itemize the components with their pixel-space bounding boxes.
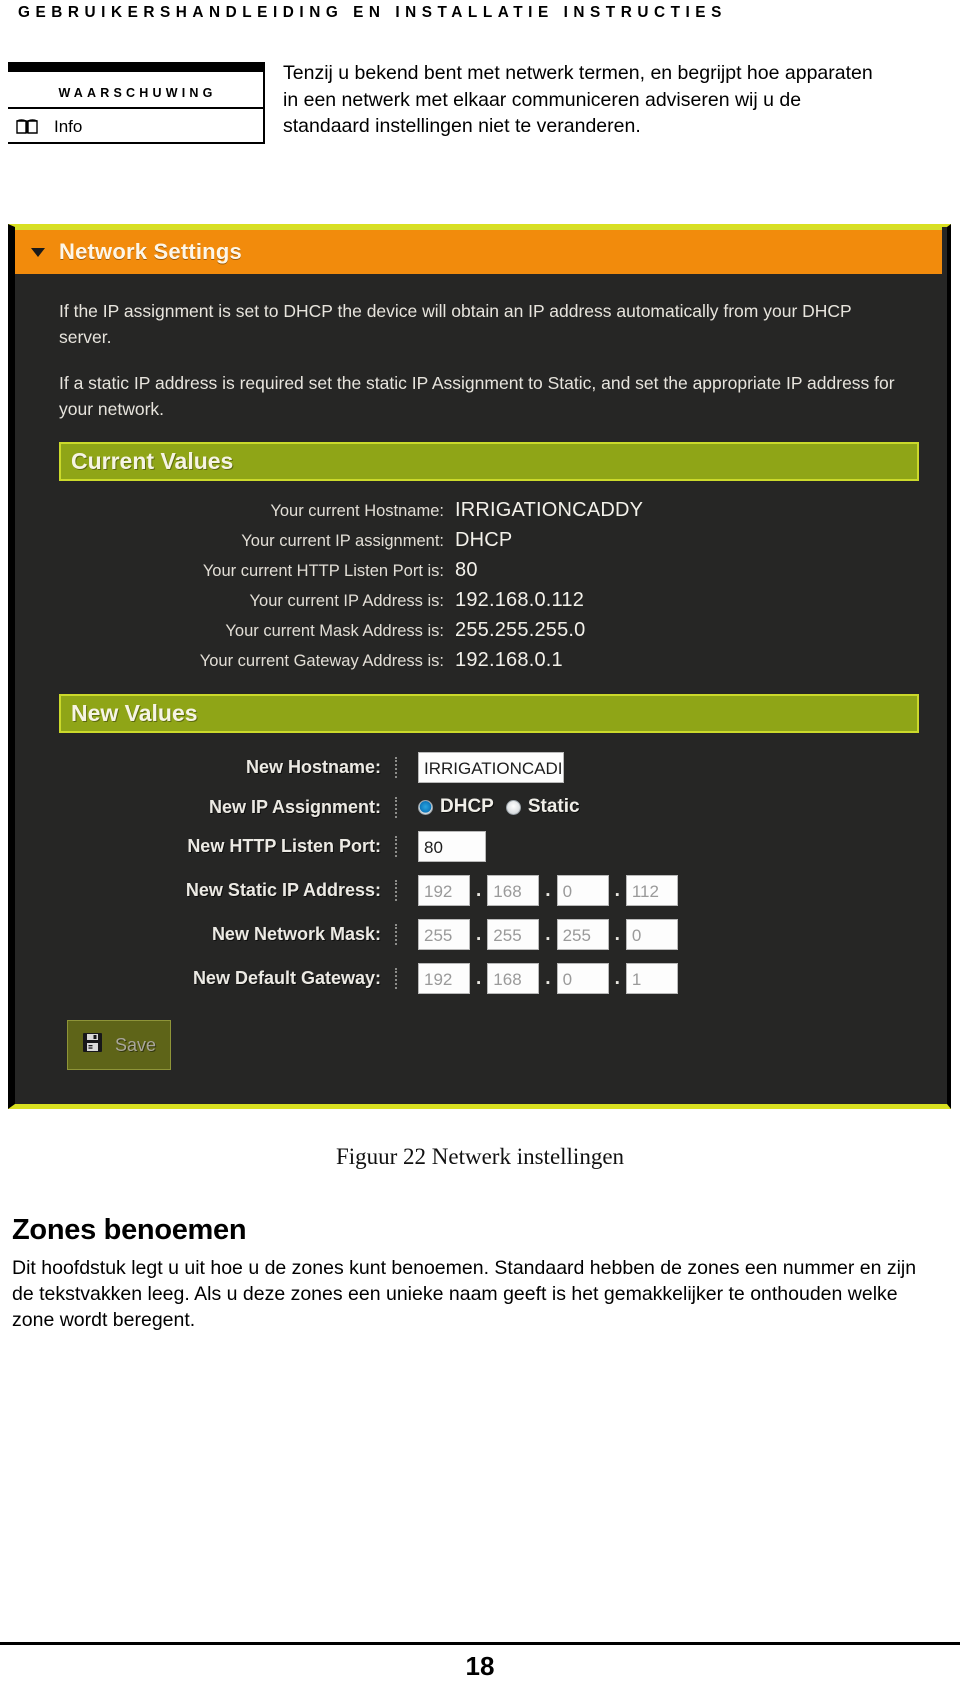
ip-separator: .	[476, 968, 482, 989]
current-value-row: Your current Hostname: IRRIGATIONCADDY	[15, 499, 947, 522]
current-mask-address-label: Your current Mask Address is:	[225, 622, 444, 640]
current-gateway-address-label: Your current Gateway Address is:	[199, 652, 444, 670]
current-value-row: Your current IP assignment: DHCP	[15, 529, 947, 552]
page-number: 18	[465, 1651, 495, 1681]
radio-static-indicator[interactable]	[505, 799, 521, 815]
warning-bottom-divider	[8, 142, 263, 144]
ip-separator: .	[614, 880, 620, 901]
new-default-gateway-row: New Default Gateway: 192 . 168 . 0 . 1	[15, 963, 947, 994]
new-http-port-label: New HTTP Listen Port:	[15, 836, 397, 857]
new-values-form: New Hostname: IRRIGATIONCADI New IP Assi…	[15, 752, 947, 1070]
network-mask-octet-1[interactable]: 255	[418, 919, 470, 950]
new-http-port-input[interactable]: 80	[418, 831, 486, 862]
gateway-octet-3[interactable]: 0	[556, 963, 609, 994]
ip-separator: .	[545, 968, 551, 989]
current-ip-address-label: Your current IP Address is:	[249, 592, 444, 610]
warning-info-label: Info	[54, 117, 83, 136]
new-ip-assignment-label: New IP Assignment:	[15, 796, 397, 818]
new-static-ip-label: New Static IP Address:	[15, 880, 397, 901]
intro-paragraph-2: If a static IP address is required set t…	[59, 373, 895, 419]
save-button[interactable]: Save	[67, 1020, 171, 1070]
new-hostname-row: New Hostname: IRRIGATIONCADI	[15, 752, 947, 783]
ip-separator: .	[545, 880, 551, 901]
intro-paragraph-1: If the IP assignment is set to DHCP the …	[59, 301, 852, 347]
current-hostname-label: Your current Hostname:	[270, 502, 444, 520]
radio-static-label: Static	[527, 796, 580, 817]
ip-separator: .	[476, 924, 482, 945]
save-disk-icon	[82, 1032, 103, 1058]
figure-network-settings: Network Settings If the IP assignment is…	[8, 224, 951, 1109]
app-panel: Network Settings If the IP assignment is…	[15, 227, 947, 1104]
new-network-mask-label: New Network Mask:	[15, 924, 397, 945]
figure-caption: Figuur 22 Netwerk instellingen	[335, 1144, 625, 1169]
radio-dhcp[interactable]: DHCP	[418, 796, 494, 818]
save-button-label: Save	[115, 1034, 157, 1055]
new-http-port-row: New HTTP Listen Port: 80	[15, 831, 947, 862]
section-body: Dit hoofdstuk legt u uit hoe u de zones …	[12, 1257, 917, 1331]
current-values-heading: Current Values	[71, 448, 234, 474]
current-value-row: Your current HTTP Listen Port is: 80	[15, 559, 947, 582]
new-values-heading-bar: New Values	[59, 694, 919, 733]
new-network-mask-group: 255 . 255 . 255 . 0	[418, 919, 678, 950]
static-ip-octet-2[interactable]: 168	[487, 875, 540, 906]
ip-separator: .	[476, 880, 482, 901]
new-hostname-label: New Hostname:	[15, 757, 397, 778]
new-values-heading: New Values	[71, 700, 198, 726]
current-ip-address-value: 192.168.0.112	[455, 589, 585, 611]
warning-body-text: Tenzij u bekend bent met netwerk termen,…	[283, 62, 873, 137]
current-hostname-value: IRRIGATIONCADDY	[455, 499, 644, 521]
new-network-mask-row: New Network Mask: 255 . 255 . 255 . 0	[15, 919, 947, 950]
ip-separator: .	[614, 968, 620, 989]
current-http-port-value: 80	[455, 559, 478, 581]
book-icon	[16, 119, 38, 134]
panel-title: Network Settings	[59, 239, 242, 264]
static-ip-octet-1[interactable]: 192	[418, 875, 470, 906]
radio-dhcp-indicator[interactable]	[418, 799, 433, 815]
current-gateway-address-value: 192.168.0.1	[455, 649, 563, 671]
warning-top-bar	[8, 62, 263, 72]
current-value-row: Your current Mask Address is: 255.255.25…	[15, 619, 947, 642]
current-ip-assignment-value: DHCP	[455, 529, 513, 551]
panel-intro: If the IP assignment is set to DHCP the …	[15, 274, 947, 422]
section-heading: Zones benoemen	[12, 1214, 247, 1246]
current-mask-address-value: 255.255.255.0	[455, 619, 586, 641]
current-values-heading-bar: Current Values	[59, 442, 919, 481]
ip-separator: .	[545, 924, 551, 945]
ip-separator: .	[614, 924, 620, 945]
running-header: GEBRUIKERSHANDLEIDING EN INSTALLATIE INS…	[18, 4, 727, 21]
new-static-ip-row: New Static IP Address: 192 . 168 . 0 . 1…	[15, 875, 947, 906]
panel-header[interactable]: Network Settings	[15, 227, 942, 274]
gateway-octet-1[interactable]: 192	[418, 963, 470, 994]
warning-box: WAARSCHUWING Info	[8, 62, 265, 144]
new-default-gateway-group: 192 . 168 . 0 . 1	[418, 963, 678, 994]
new-ip-assignment-row: New IP Assignment: DHCP Static	[15, 796, 947, 818]
warning-info-row: Info	[8, 109, 263, 142]
ip-assignment-radio-group: DHCP Static	[418, 796, 580, 818]
new-static-ip-group: 192 . 168 . 0 . 112	[418, 875, 678, 906]
radio-dhcp-label: DHCP	[440, 796, 494, 817]
warning-title: WAARSCHUWING	[58, 86, 217, 100]
static-ip-octet-4[interactable]: 112	[625, 875, 678, 906]
current-value-row: Your current Gateway Address is: 192.168…	[15, 649, 947, 672]
footer-divider	[0, 1642, 960, 1645]
gateway-octet-2[interactable]: 168	[487, 963, 540, 994]
network-mask-octet-3[interactable]: 255	[556, 919, 609, 950]
network-mask-octet-2[interactable]: 255	[487, 919, 540, 950]
network-mask-octet-4[interactable]: 0	[625, 919, 678, 950]
chevron-down-icon[interactable]	[31, 247, 45, 257]
current-values-list: Your current Hostname: IRRIGATIONCADDY Y…	[15, 499, 947, 672]
current-http-port-label: Your current HTTP Listen Port is:	[202, 562, 444, 580]
new-hostname-input[interactable]: IRRIGATIONCADI	[418, 752, 564, 783]
current-value-row: Your current IP Address is: 192.168.0.11…	[15, 589, 947, 612]
static-ip-octet-3[interactable]: 0	[556, 875, 609, 906]
radio-static[interactable]: Static	[505, 796, 580, 818]
gateway-octet-4[interactable]: 1	[625, 963, 678, 994]
new-default-gateway-label: New Default Gateway:	[15, 968, 397, 989]
current-ip-assignment-label: Your current IP assignment:	[241, 532, 444, 550]
